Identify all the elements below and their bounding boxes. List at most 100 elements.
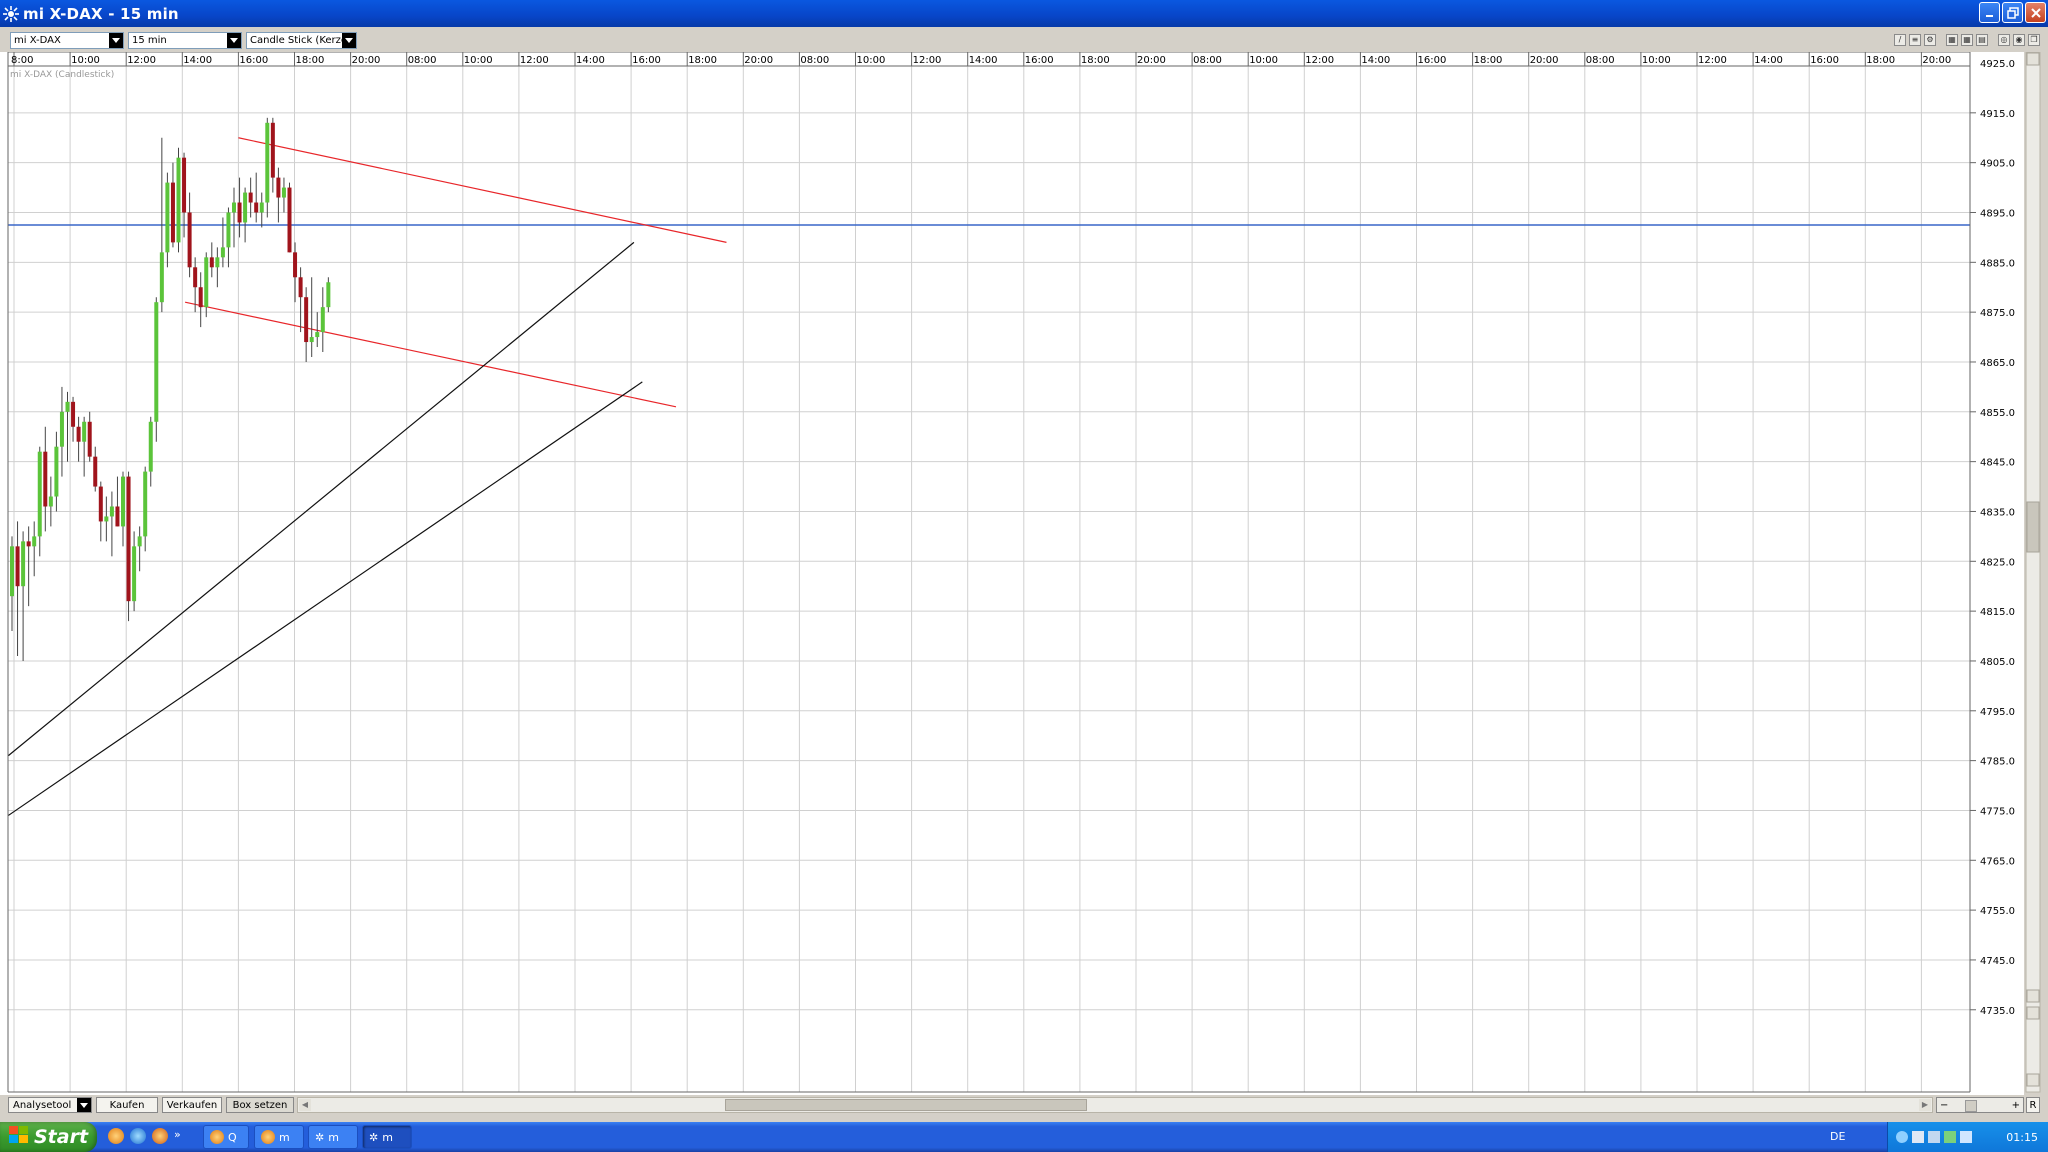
candle-body [126, 476, 131, 602]
app-tray-icon[interactable] [1960, 1131, 1972, 1143]
system-tray: DE 01:15 [1830, 1122, 2048, 1152]
scroll-left-icon[interactable]: ◀ [299, 1099, 311, 1111]
sell-button[interactable]: Verkaufen [162, 1097, 222, 1113]
taskbar-item-label: m [279, 1130, 290, 1144]
candle-body [154, 302, 159, 422]
candle-body [237, 202, 242, 223]
settings-icon[interactable]: ⚙ [1924, 34, 1936, 46]
x-tick-label: 12:00 [1305, 55, 1334, 66]
candle-body [143, 471, 148, 537]
candle-body [65, 401, 70, 412]
restore-icon[interactable]: ❐ [2028, 34, 2040, 46]
candle-body [304, 297, 309, 343]
y-tick-label: 4765.0 [1980, 856, 2015, 867]
candle-body [204, 257, 209, 308]
y-tick-label: 4785.0 [1980, 757, 2015, 768]
chevron-down-icon[interactable] [342, 33, 356, 48]
x-tick-label: 16:00 [239, 55, 268, 66]
zoom-icon[interactable]: ◎ [1998, 34, 2010, 46]
candle [154, 297, 159, 442]
candle-body [298, 277, 303, 298]
x-tick-label: 10:00 [71, 55, 100, 66]
chevron-down-icon[interactable] [109, 33, 123, 48]
zoom-slider[interactable]: − + [1936, 1097, 2024, 1113]
maximize-button[interactable] [2002, 2, 2023, 23]
taskbar-item[interactable]: m [254, 1125, 304, 1149]
firefox-icon [210, 1130, 224, 1144]
close-button[interactable] [2025, 2, 2046, 23]
zoom-out-icon[interactable]: − [1940, 1098, 1948, 1113]
candle-body [215, 257, 220, 268]
candle-body [48, 496, 53, 507]
vertical-scrollbar[interactable] [2025, 52, 2041, 1093]
taskbar-item-active[interactable]: ✲ m [362, 1125, 412, 1149]
chart-panel[interactable]: 8:00 10:00 12:00 14:00 16:00 18:00 20:00 08:00 1… [0, 52, 2048, 1095]
scroll-thumb[interactable] [725, 1099, 1087, 1111]
chevron-right-icon[interactable]: » [174, 1128, 181, 1144]
y-tick-label: 4795.0 [1980, 707, 2015, 718]
candle-body [248, 192, 253, 203]
reset-button[interactable]: R [2026, 1097, 2040, 1113]
zoom-in-icon[interactable]: + [2012, 1098, 2020, 1113]
refresh-icon[interactable]: ◉ [2013, 34, 2025, 46]
grid-alt-icon[interactable]: ▦ [1961, 34, 1973, 46]
x-tick-label: 14:00 [576, 55, 605, 66]
interval-select-value: 15 min [132, 35, 167, 46]
taskbar-item-label: m [382, 1130, 393, 1144]
candle-body [109, 506, 114, 517]
chevron-down-icon[interactable] [227, 33, 241, 48]
firefox-alt-icon[interactable] [152, 1128, 168, 1144]
grid-icon[interactable]: ▦ [1946, 34, 1958, 46]
os-taskbar: Start » Q m ✲ m ✲ m DE 01:15 [0, 1122, 2048, 1152]
chevron-down-icon[interactable] [77, 1098, 91, 1112]
start-button[interactable]: Start [0, 1122, 97, 1152]
candle [326, 277, 331, 313]
candle-body [10, 546, 14, 597]
y-tick-label: 4775.0 [1980, 806, 2015, 817]
candle-body [243, 192, 248, 223]
x-tick-label: 10:00 [1249, 55, 1278, 66]
horizontal-scrollbar[interactable]: ◀ ▶ [297, 1097, 1933, 1113]
x-tick-label: 16:00 [1418, 55, 1447, 66]
candle-body [293, 252, 298, 278]
firefox-icon[interactable] [108, 1128, 124, 1144]
minimize-button[interactable] [1979, 2, 2000, 23]
candle-body [98, 486, 103, 522]
network-icon[interactable] [1896, 1131, 1908, 1143]
y-tick-label: 4845.0 [1980, 458, 2015, 469]
box-button[interactable]: Box setzen [226, 1097, 294, 1113]
candle-body [182, 157, 187, 213]
candle-body [87, 421, 92, 457]
printer-icon[interactable] [1928, 1131, 1940, 1143]
y-tick-label: 4745.0 [1980, 956, 2015, 967]
candle [287, 182, 292, 253]
analysetool-select[interactable]: Analysetool [8, 1097, 92, 1113]
taskbar-item[interactable]: ✲ m [308, 1125, 358, 1149]
x-tick-label: 08:00 [1586, 55, 1615, 66]
candle-body [187, 212, 192, 268]
symbol-select[interactable]: mi X-DAX [10, 32, 124, 49]
grid-dotted-icon[interactable]: ▤ [1976, 34, 1988, 46]
candlestick-chart[interactable]: 8:00 10:00 12:00 14:00 16:00 18:00 20:00 08:00 1… [0, 52, 2048, 1095]
y-tick-label: 4835.0 [1980, 507, 2015, 518]
language-indicator[interactable]: DE [1830, 1130, 1845, 1143]
taskbar-item[interactable]: Q [203, 1125, 249, 1149]
security-icon[interactable] [1944, 1131, 1956, 1143]
ie-icon[interactable] [130, 1128, 146, 1144]
candle-body [276, 177, 281, 198]
y-tick-label: 4805.0 [1980, 657, 2015, 668]
candle-body [132, 546, 137, 602]
zoom-slider-thumb[interactable] [1965, 1100, 1977, 1112]
candle-body [71, 401, 76, 427]
draw-line-icon[interactable]: / [1894, 34, 1906, 46]
interval-select[interactable]: 15 min [128, 32, 242, 49]
x-tick-label: 18:00 [296, 55, 325, 66]
chart-style-select[interactable]: Candle Stick (Kerze [246, 32, 357, 49]
symbol-select-value: mi X-DAX [14, 35, 61, 46]
horizontal-line-icon[interactable]: ≡ [1909, 34, 1921, 46]
candle-body [198, 287, 203, 308]
scroll-right-icon[interactable]: ▶ [1919, 1099, 1931, 1111]
buy-button[interactable]: Kaufen [96, 1097, 158, 1113]
candle-body [309, 337, 314, 343]
volume-icon[interactable] [1912, 1131, 1924, 1143]
